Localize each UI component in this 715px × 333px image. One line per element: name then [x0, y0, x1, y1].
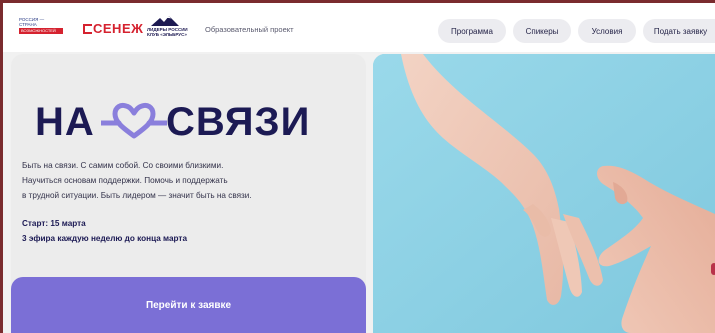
leaders-logo-line2: КЛУБ «ЭЛЬБРУС» — [147, 32, 187, 37]
rossiya-logo-line2: СТРАНА — [19, 22, 37, 27]
description-line: Научиться основам поддержки. Помочь и по… — [22, 176, 228, 185]
hands-photo — [373, 54, 715, 333]
site-header: РОССИЯ — СТРАНА ВОЗМОЖНОСТЕЙ СЕНЕЖ ЛИДЕР… — [3, 3, 715, 52]
description-line: Быть на связи. С самим собой. Со своими … — [22, 161, 224, 170]
nav-speakers-button[interactable]: Спикеры — [513, 19, 571, 43]
nav-conditions-button[interactable]: Условия — [578, 19, 636, 43]
rossiya-logo-line3: ВОЗМОЖНОСТЕЙ — [19, 28, 63, 34]
leaders-logo[interactable]: ЛИДЕРЫ РОССИИ КЛУБ «ЭЛЬБРУС» — [147, 15, 188, 37]
mountain-icon — [151, 16, 179, 26]
hero-title-right: СВЯЗИ — [166, 100, 311, 144]
description-line: в трудной ситуации. Быть лидером — значи… — [22, 191, 252, 200]
senezh-logo[interactable]: СЕНЕЖ — [83, 21, 143, 36]
nav-apply-button[interactable]: Подать заявку — [643, 19, 715, 43]
heart-icon — [101, 102, 167, 139]
apply-cta-button[interactable]: Перейти к заявке — [11, 277, 366, 333]
hero-description: Быть на связи. С самим собой. Со своими … — [22, 158, 342, 203]
nav-program-button[interactable]: Программа — [438, 19, 506, 43]
rossiya-logo[interactable]: РОССИЯ — СТРАНА ВОЗМОЖНОСТЕЙ — [19, 17, 63, 34]
senezh-mark-icon — [83, 24, 92, 34]
hero-title-left: НА — [35, 100, 95, 144]
side-scroll-indicator — [711, 263, 715, 275]
start-date: Старт: 15 марта — [22, 219, 86, 228]
schedule-text: 3 эфира каждую неделю до конца марта — [22, 234, 187, 243]
schedule-info: Старт: 15 марта 3 эфира каждую неделю до… — [22, 216, 187, 246]
hands-image — [373, 54, 715, 333]
project-label: Образовательный проект — [205, 25, 294, 34]
senezh-logo-text: СЕНЕЖ — [93, 21, 144, 36]
